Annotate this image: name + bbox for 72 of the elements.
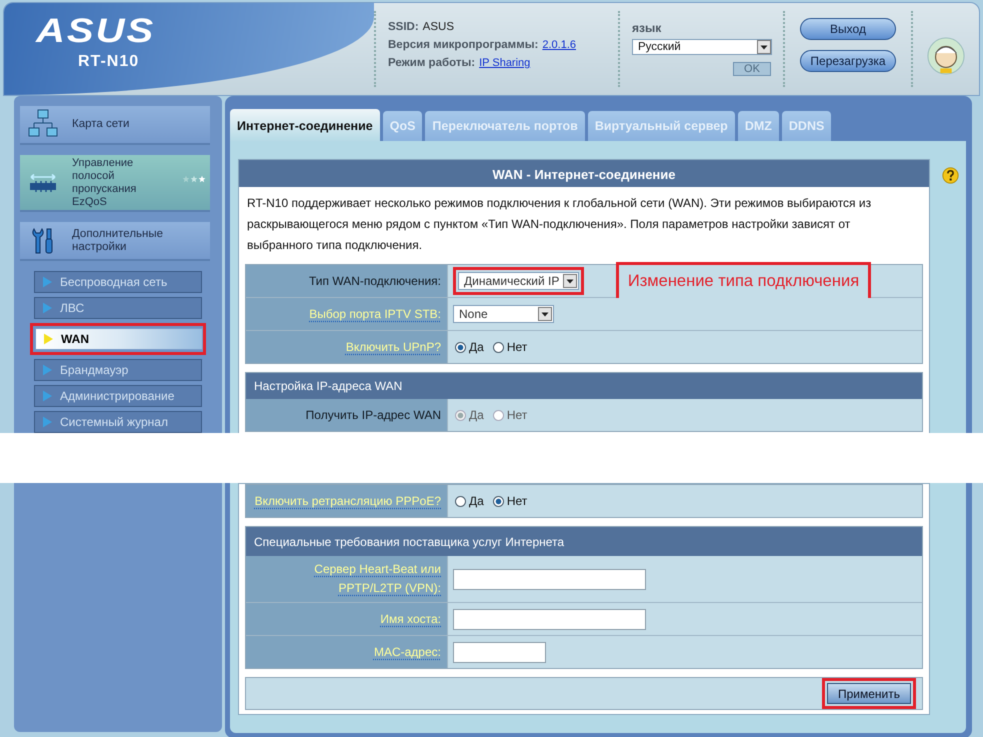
panel-title: WAN - Интернет-соединение <box>239 160 929 187</box>
tab[interactable]: Переключатель портов <box>425 111 585 141</box>
logo: ASUS <box>36 14 156 48</box>
language-dropdown[interactable]: Русский <box>632 39 772 55</box>
radio-label: Да <box>469 494 484 508</box>
sidebar-item[interactable]: Дополнительные настройки <box>20 222 210 261</box>
radio-button[interactable] <box>492 342 504 352</box>
header-button[interactable]: Выход <box>800 18 896 40</box>
apply-button[interactable]: Применить <box>827 683 911 704</box>
help-link[interactable]: Включить UPnP? <box>346 338 441 356</box>
model-name: RT-N10 <box>78 53 140 71</box>
sidebar-item[interactable]: Управление полосой пропускания EzQoS <box>20 154 210 212</box>
help-link[interactable]: Имя хоста: <box>380 610 441 628</box>
tab[interactable]: Интернет-соединение <box>230 109 380 141</box>
sidebar-item[interactable]: Карта сети <box>20 106 210 145</box>
radio-button[interactable] <box>455 496 466 506</box>
radio-button[interactable] <box>455 342 466 352</box>
info-label: Версия микропрограммы: <box>388 39 538 51</box>
caret-icon <box>757 40 771 54</box>
radio-label: Нет <box>506 494 528 508</box>
sidebar-subitem[interactable]: Брандмауэр <box>34 359 202 381</box>
avatar-icon <box>927 37 965 75</box>
caret-icon <box>563 274 578 288</box>
sidebar-subitem[interactable]: Беспроводная сеть <box>34 271 202 293</box>
stars-icon <box>182 174 206 183</box>
header-button[interactable]: Перезагрузка <box>800 50 896 72</box>
radio-button[interactable] <box>492 496 504 506</box>
triangle-icon <box>43 416 52 428</box>
triangle-icon <box>43 276 52 288</box>
sidebar-subitem[interactable]: ЛВС <box>34 297 202 319</box>
tab[interactable]: QoS <box>382 111 422 141</box>
triangle-icon <box>43 302 52 314</box>
dropdown[interactable]: Динамический IP <box>458 272 580 290</box>
sidebar-subitem[interactable]: Системный журнал <box>34 411 202 433</box>
description: RT-N10 поддерживает несколько режимов подключения к глобальной сети (WAN). Эти режимов выбираются из раскрывающегося меню рядом с пунктом «Тип WAN-подключения». Поля параметров настройки зависят от выбранного типа подключения. <box>247 195 872 254</box>
field-label: Тип WAN-подключения: <box>308 272 441 290</box>
input-field[interactable] <box>453 608 646 630</box>
sidebar-item-label: Управление полосой пропускания EzQoS <box>72 156 138 208</box>
radio-label: Нет <box>506 340 528 354</box>
help-link[interactable]: Сервер Heart-Beat или PPTP/L2TP (VPN): <box>252 560 441 598</box>
network-icon <box>28 109 58 140</box>
input-field[interactable] <box>453 642 546 662</box>
radio-label: Да <box>469 408 484 422</box>
help-icon <box>942 167 959 184</box>
sidebar-subitem[interactable]: WAN <box>35 328 203 350</box>
tab[interactable]: Виртуальный сервер <box>588 111 735 141</box>
tab[interactable]: DMZ <box>738 111 779 141</box>
info-link[interactable]: IP Sharing <box>479 57 530 69</box>
language-label: язык <box>632 21 662 35</box>
section-header: Настройка IP-адреса WAN <box>246 373 922 399</box>
triangle-icon <box>43 364 52 376</box>
triangle-icon <box>43 390 52 402</box>
help-link[interactable]: MAC-адрес: <box>374 642 441 662</box>
info-link[interactable]: 2.0.1.6 <box>542 39 576 51</box>
input-field[interactable] <box>453 568 646 590</box>
sidebar-item-label: Карта сети <box>72 118 130 131</box>
radio-label: Да <box>469 340 484 354</box>
radio-label: Нет <box>506 408 528 422</box>
info-value: ASUS <box>422 21 454 33</box>
tab[interactable]: DDNS <box>782 111 832 141</box>
sidebar-item-label: Дополнительные настройки <box>72 228 164 254</box>
help-link[interactable]: Включить ретрансляцию PPPoE? <box>254 492 441 510</box>
annotation-label: Изменение типа подключения <box>616 262 871 301</box>
caret-icon <box>538 307 552 321</box>
sidebar-subitem[interactable]: Администрирование <box>34 385 202 407</box>
section-header: Специальные требования поставщика услуг Интернета <box>246 527 922 556</box>
triangle-icon <box>44 333 53 345</box>
help-link[interactable]: Выбор порта IPTV STB: <box>309 304 441 324</box>
info-label: SSID: <box>388 21 419 33</box>
field-label: Получить IP-адрес WAN <box>306 406 441 424</box>
info-label: Режим работы: <box>388 57 476 69</box>
dropdown[interactable]: None <box>453 305 554 323</box>
